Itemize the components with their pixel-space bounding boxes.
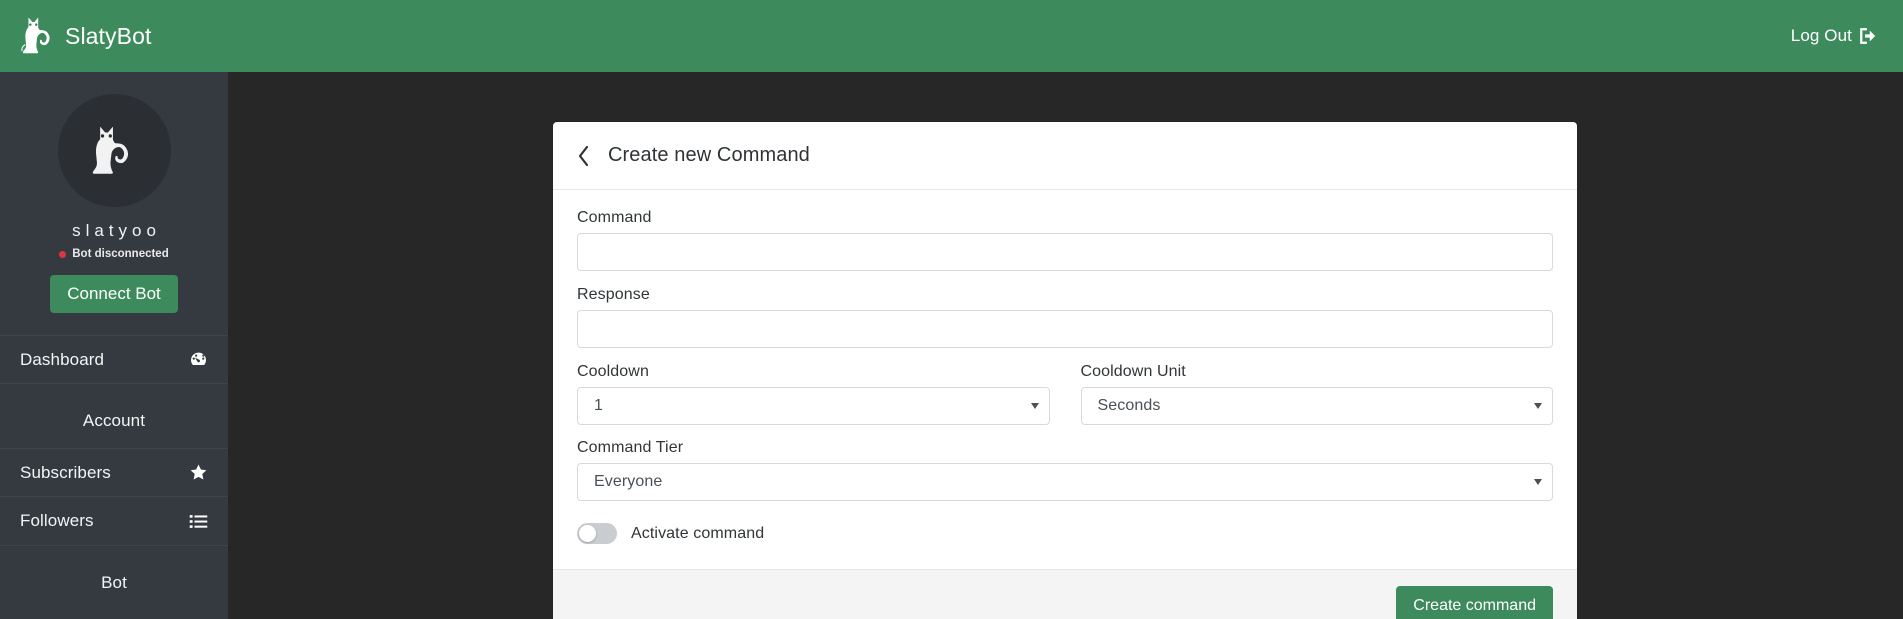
cooldown-unit-select-wrap: Seconds bbox=[1080, 387, 1553, 425]
cat-avatar-icon bbox=[92, 126, 129, 174]
sidebar-profile: slatyoo Bot disconnected Connect Bot bbox=[0, 72, 228, 314]
connect-bot-button[interactable]: Connect Bot bbox=[50, 275, 178, 314]
chevron-left-icon[interactable] bbox=[577, 145, 590, 167]
sidebar-item-label: Subscribers bbox=[20, 462, 111, 482]
logout-label: Log Out bbox=[1790, 26, 1852, 45]
field-cooldown-unit: Cooldown Unit Seconds bbox=[1080, 363, 1553, 425]
logout-link[interactable]: Log Out bbox=[1791, 26, 1877, 46]
card-body: Command Response Cooldown 1 Cooldown Uni… bbox=[553, 190, 1577, 569]
main-content: Create new Command Command Response Cool… bbox=[228, 72, 1903, 619]
cat-logo-icon bbox=[21, 17, 50, 54]
page-title: Create new Command bbox=[608, 144, 810, 166]
brand-name: SlatyBot bbox=[65, 22, 152, 49]
bot-status-label: Bot disconnected bbox=[72, 248, 169, 260]
field-response: Response bbox=[577, 286, 1553, 348]
create-command-card: Create new Command Command Response Cool… bbox=[553, 122, 1577, 619]
card-header: Create new Command bbox=[553, 122, 1577, 190]
sidebar-section-account: Account bbox=[82, 411, 146, 431]
toggle-knob bbox=[579, 525, 596, 542]
create-command-button[interactable]: Create command bbox=[1396, 586, 1553, 619]
profile-username: slatyoo bbox=[72, 221, 161, 240]
bot-status: Bot disconnected bbox=[0, 248, 228, 260]
app-root: SlatyBot Log Out slatyoo Bot disconnecte… bbox=[0, 0, 1903, 619]
response-label: Response bbox=[577, 286, 650, 303]
sidebar-item-label: Followers bbox=[20, 511, 94, 531]
status-dot-icon bbox=[59, 250, 67, 258]
sidebar-item-label: Dashboard bbox=[20, 349, 105, 369]
cooldown-unit-select[interactable]: Seconds bbox=[1080, 387, 1553, 425]
brand-home-link[interactable]: SlatyBot bbox=[16, 11, 151, 61]
sidebar-item-followers[interactable]: Followers bbox=[0, 497, 228, 547]
sidebar-section-bot: Bot bbox=[101, 573, 127, 593]
avatar bbox=[57, 94, 171, 207]
command-label: Command bbox=[577, 209, 652, 226]
cooldown-unit-label: Cooldown Unit bbox=[1080, 363, 1186, 380]
activate-command-label: Activate command bbox=[631, 524, 765, 542]
cooldown-select[interactable]: 1 bbox=[577, 387, 1050, 425]
command-input[interactable] bbox=[577, 233, 1553, 271]
command-tier-select[interactable]: Everyone bbox=[577, 463, 1553, 501]
top-navbar: SlatyBot Log Out bbox=[0, 0, 1903, 72]
cooldown-row: Cooldown 1 Cooldown Unit Seconds bbox=[577, 363, 1553, 439]
field-command-tier: Command Tier Everyone bbox=[577, 439, 1553, 501]
response-input[interactable] bbox=[577, 310, 1553, 348]
field-cooldown: Cooldown 1 bbox=[577, 363, 1050, 425]
sidebar: slatyoo Bot disconnected Connect Bot Das… bbox=[0, 72, 228, 619]
sign-out-icon bbox=[1860, 28, 1876, 44]
star-icon bbox=[190, 464, 207, 480]
command-tier-select-wrap: Everyone bbox=[577, 463, 1553, 501]
cooldown-label: Cooldown bbox=[577, 363, 649, 380]
command-tier-label: Command Tier bbox=[577, 439, 684, 456]
speedometer-icon bbox=[191, 353, 206, 366]
sidebar-item-dashboard[interactable]: Dashboard bbox=[0, 335, 228, 385]
sidebar-nav: Dashboard Account Subscribers Followers bbox=[0, 335, 228, 610]
cooldown-select-wrap: 1 bbox=[577, 387, 1050, 425]
sidebar-item-subscribers[interactable]: Subscribers bbox=[0, 448, 228, 498]
activate-command-row: Activate command bbox=[577, 523, 1553, 544]
list-icon bbox=[189, 514, 208, 528]
activate-command-toggle[interactable] bbox=[577, 523, 617, 544]
field-command: Command bbox=[577, 209, 1553, 271]
card-footer: Create command bbox=[553, 569, 1577, 619]
